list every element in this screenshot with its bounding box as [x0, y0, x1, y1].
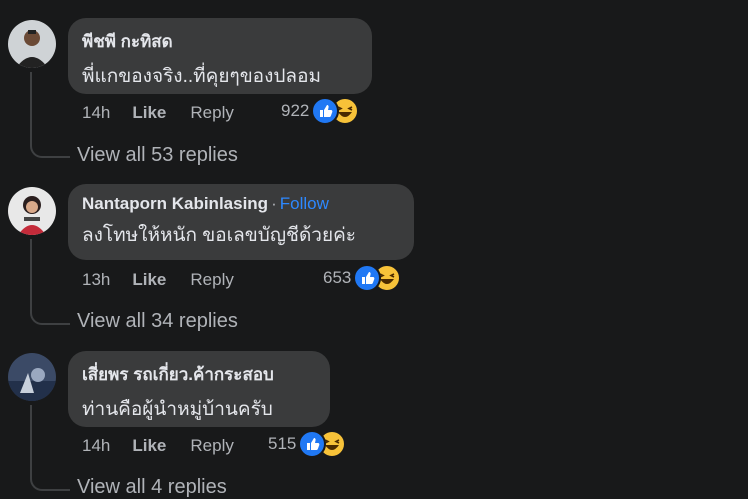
avatar[interactable]	[8, 353, 56, 401]
comment-text: ท่านคือผู้นำหมู่บ้านครับ	[82, 399, 273, 420]
like-button[interactable]: Like	[132, 436, 166, 456]
comment-timestamp[interactable]: 14h	[82, 436, 110, 456]
comment-text: ลงโทษให้หนัก ขอเลขบัญชีด้วยค่ะ	[82, 225, 356, 246]
thread-line	[30, 72, 70, 158]
reaction-count: 653	[323, 268, 352, 287]
like-icon	[353, 264, 382, 292]
reply-button[interactable]: Reply	[190, 436, 233, 456]
view-replies-link[interactable]: View all 34 replies	[77, 310, 238, 333]
reactions-summary[interactable]: 922	[281, 97, 360, 125]
comment-timestamp[interactable]: 13h	[82, 270, 110, 290]
comment-bubble: พีชพี กะทิสด พี่แกของจริง..ที่คุยๆของปลอ…	[68, 18, 372, 94]
thread-line	[30, 239, 70, 325]
avatar[interactable]	[8, 187, 56, 235]
comment-author: Nantaporn Kabinlasing · Follow	[82, 194, 398, 214]
comment-actions: 14h Like Reply	[82, 103, 234, 123]
like-icon	[298, 430, 327, 458]
reaction-count: 515	[268, 434, 297, 453]
follow-button[interactable]: Follow	[280, 194, 329, 213]
like-button[interactable]: Like	[132, 270, 166, 290]
reactions-summary[interactable]: 515	[268, 430, 347, 458]
like-icon	[311, 97, 340, 125]
separator-dot: ·	[271, 194, 277, 213]
comment-author[interactable]: เสี่ยพร รถเกี่ยว.ค้ากระสอบ	[82, 361, 314, 388]
reply-button[interactable]: Reply	[190, 103, 233, 123]
thread-line	[30, 405, 70, 491]
reply-button[interactable]: Reply	[190, 270, 233, 290]
comment-timestamp[interactable]: 14h	[82, 103, 110, 123]
view-replies-link[interactable]: View all 53 replies	[77, 144, 238, 167]
reactions-summary[interactable]: 653	[323, 264, 402, 292]
like-button[interactable]: Like	[132, 103, 166, 123]
comment-actions: 14h Like Reply	[82, 436, 234, 456]
reaction-count: 922	[281, 101, 310, 120]
author-name[interactable]: Nantaporn Kabinlasing	[82, 194, 268, 213]
comment-bubble: Nantaporn Kabinlasing · Follow ลงโทษให้หนั…	[68, 184, 414, 260]
view-replies-link[interactable]: View all 4 replies	[77, 476, 227, 499]
comment-bubble: เสี่ยพร รถเกี่ยว.ค้ากระสอบ ท่านคือผู้นำห…	[68, 351, 330, 427]
avatar[interactable]	[8, 20, 56, 68]
comment-actions: 13h Like Reply	[82, 270, 234, 290]
comment-text: พี่แกของจริง..ที่คุยๆของปลอม	[82, 66, 322, 87]
comment-author[interactable]: พีชพี กะทิสด	[82, 28, 356, 55]
